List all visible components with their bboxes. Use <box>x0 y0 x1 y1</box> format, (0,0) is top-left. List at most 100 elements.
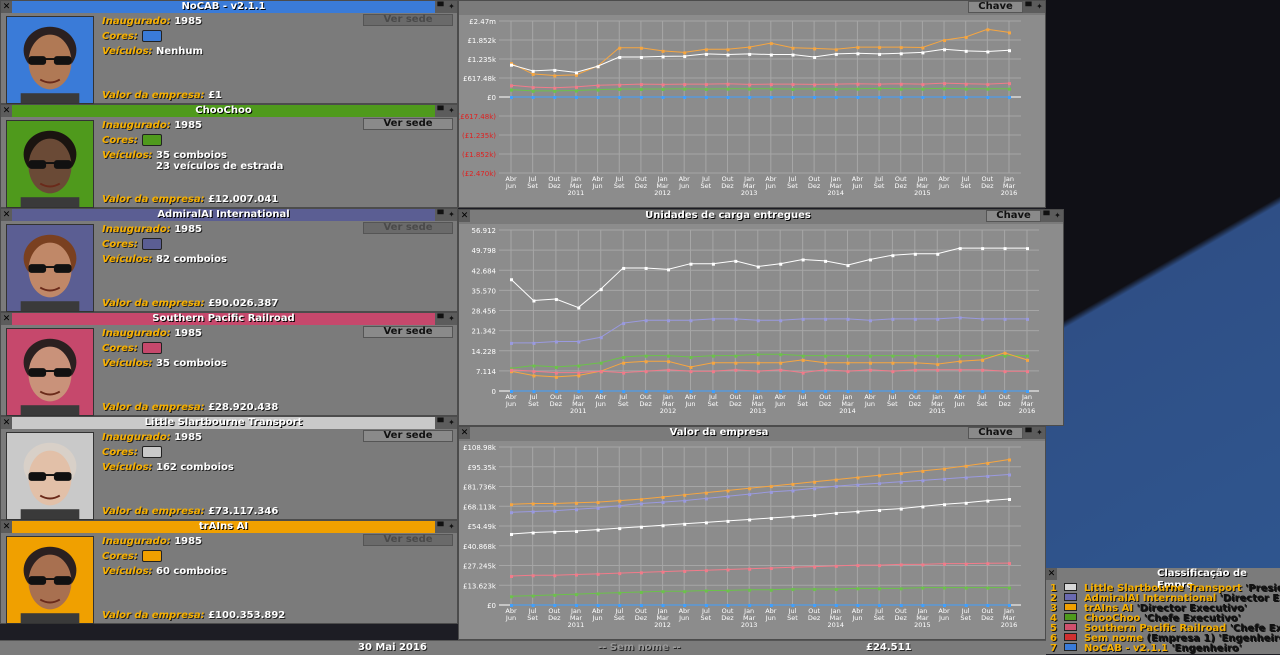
x-tick-label: Set <box>708 400 719 408</box>
data-point <box>575 90 578 93</box>
shade-button[interactable]: ▀ <box>1041 210 1052 222</box>
data-point <box>1004 370 1007 373</box>
key-button[interactable]: Chave <box>968 1 1023 13</box>
shade-button[interactable]: ▀ <box>435 521 446 533</box>
x-tick-label: Dez <box>895 182 908 190</box>
data-point <box>622 390 625 393</box>
league-row[interactable]: 7 NoCAB - v2.1.1 'Engenheiro' <box>1050 643 1242 654</box>
x-tick-label: 2013 <box>741 621 758 629</box>
close-icon[interactable]: ✕ <box>1 313 12 325</box>
close-icon[interactable]: ✕ <box>459 210 470 222</box>
data-point <box>683 88 686 91</box>
pin-button[interactable]: ✦ <box>1034 427 1045 439</box>
shade-button[interactable]: ▀ <box>435 105 446 117</box>
pin-button[interactable]: ✦ <box>446 209 457 221</box>
pin-button[interactable]: ✦ <box>446 1 457 13</box>
view-hq-button[interactable]: Ver sede <box>363 430 453 442</box>
x-tick-label: Dez <box>808 182 821 190</box>
view-hq-button[interactable]: Ver sede <box>363 534 453 546</box>
close-icon[interactable]: ✕ <box>1 1 12 13</box>
data-point <box>640 571 643 574</box>
x-tick-label: Jun <box>938 182 949 190</box>
x-tick-label: 2016 <box>1001 189 1018 197</box>
value-label: Valor da empresa: <box>102 90 205 101</box>
data-point <box>878 87 881 90</box>
data-point <box>986 50 989 53</box>
data-point <box>622 362 625 365</box>
pin-button[interactable]: ✦ <box>446 417 457 429</box>
close-icon[interactable]: ✕ <box>1 209 12 221</box>
data-point <box>757 353 760 356</box>
data-point <box>824 390 827 393</box>
shade-button[interactable]: ▀ <box>435 1 446 13</box>
president-face <box>6 432 94 520</box>
data-point <box>959 247 962 250</box>
game-viewport-background[interactable] <box>1045 0 1280 654</box>
pin-button[interactable]: ✦ <box>446 105 457 117</box>
data-point <box>532 299 535 302</box>
pin-button[interactable]: ✦ <box>446 313 457 325</box>
key-button[interactable]: Chave <box>986 210 1041 222</box>
data-point <box>577 340 580 343</box>
data-point <box>667 390 670 393</box>
data-point <box>734 260 737 263</box>
pin-button[interactable]: ✦ <box>1052 210 1063 222</box>
close-icon[interactable]: ✕ <box>1 105 12 117</box>
data-point <box>757 266 760 269</box>
close-icon[interactable]: ✕ <box>1 521 12 533</box>
company-name: Southern Pacific Railroad <box>12 313 435 325</box>
data-point <box>835 604 838 607</box>
data-point <box>748 46 751 49</box>
close-icon[interactable]: ✕ <box>459 427 470 439</box>
pin-button[interactable]: ✦ <box>1034 1 1045 13</box>
company-name: ChooChoo <box>12 105 435 117</box>
league-color-icon <box>1064 613 1077 621</box>
data-point <box>936 355 939 358</box>
pin-button[interactable]: ✦ <box>446 521 457 533</box>
x-tick-label: Set <box>960 182 971 190</box>
shade-button[interactable]: ▀ <box>435 313 446 325</box>
view-hq-button[interactable]: Ver sede <box>363 118 453 130</box>
data-point <box>748 518 751 521</box>
data-point <box>791 489 794 492</box>
data-point <box>921 46 924 49</box>
league-company: NoCAB - v2.1.1 <box>1084 643 1168 654</box>
view-hq-button[interactable]: Ver sede <box>363 326 453 338</box>
data-point <box>683 604 686 607</box>
data-point <box>835 565 838 568</box>
x-tick-label: Dez <box>635 182 648 190</box>
colors-label: Cores: <box>102 447 138 458</box>
data-point <box>986 562 989 565</box>
data-point <box>727 568 730 571</box>
shade-button[interactable]: ▀ <box>435 417 446 429</box>
x-tick-label: 2016 <box>1001 621 1018 629</box>
y-tick-label: 28.456 <box>472 308 497 316</box>
data-point <box>597 507 600 510</box>
data-point <box>705 88 708 91</box>
shade-button[interactable]: ▀ <box>1023 427 1034 439</box>
view-hq-button[interactable]: Ver sede <box>363 222 453 234</box>
y-tick-label: £68.113k <box>463 503 497 511</box>
data-point <box>662 571 665 574</box>
close-icon[interactable]: ✕ <box>1 417 12 429</box>
view-hq-button[interactable]: Ver sede <box>363 14 453 26</box>
data-point <box>921 479 924 482</box>
shade-button[interactable]: ▀ <box>1023 1 1034 13</box>
data-point <box>553 594 556 597</box>
data-point <box>1004 318 1007 321</box>
x-tick-label: 2014 <box>839 407 856 415</box>
colors-label: Cores: <box>102 31 138 42</box>
key-button[interactable]: Chave <box>968 427 1023 439</box>
data-point <box>965 502 968 505</box>
data-point <box>600 288 603 291</box>
x-tick-label: Dez <box>981 614 994 622</box>
data-point <box>532 574 535 577</box>
data-point <box>779 353 782 356</box>
y-tick-label: £0 <box>487 94 496 102</box>
data-point <box>791 83 794 86</box>
y-tick-label: (£1.852k) <box>462 151 496 159</box>
close-icon[interactable]: ✕ <box>1046 568 1057 580</box>
data-point <box>802 355 805 358</box>
data-point <box>727 96 730 99</box>
shade-button[interactable]: ▀ <box>435 209 446 221</box>
